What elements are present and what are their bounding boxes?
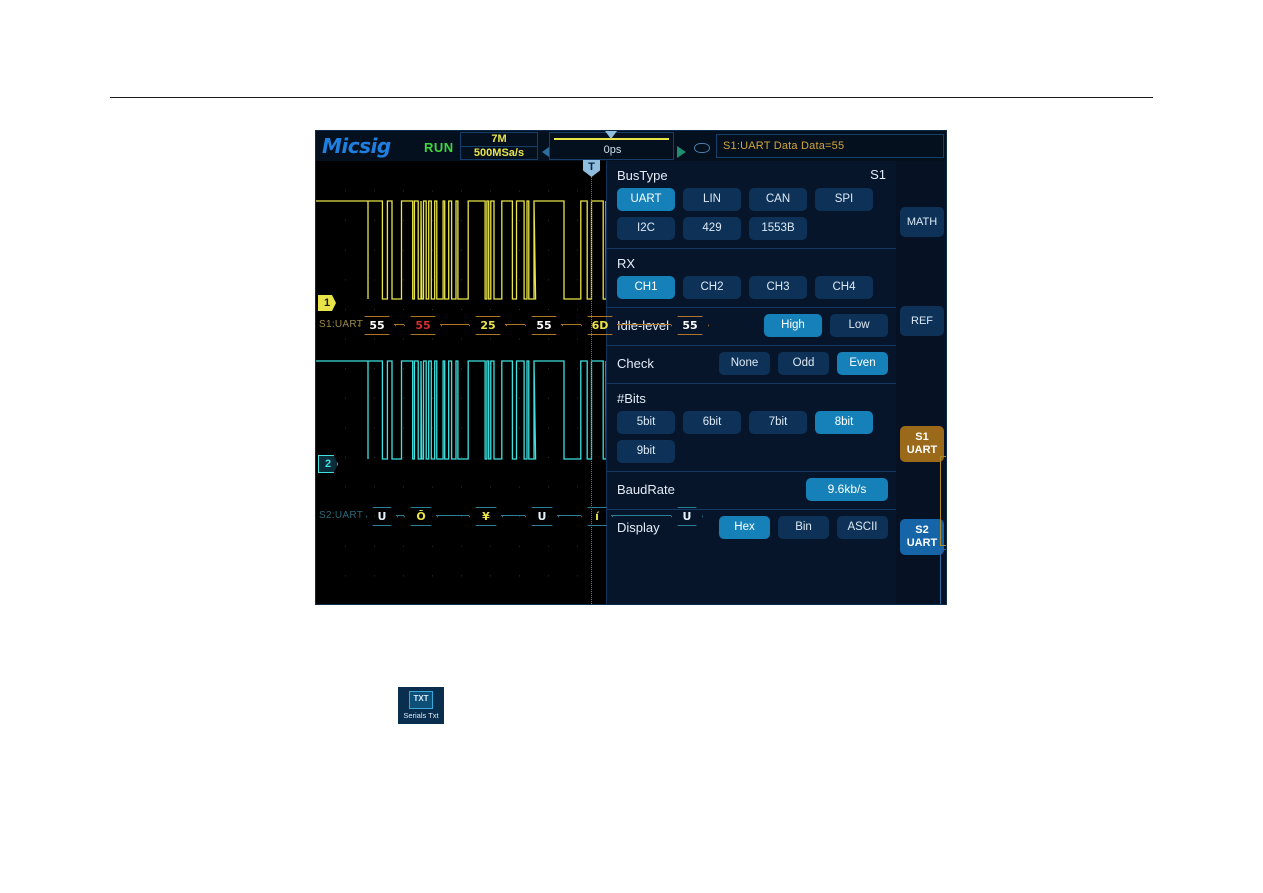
packet-connector <box>396 515 404 516</box>
bustype-label: BusType <box>617 168 668 183</box>
baudrate-value[interactable]: 9.6kb/s <box>806 478 888 501</box>
packet-connector <box>501 515 525 516</box>
packet-connector <box>557 515 581 516</box>
sample-rate-value: 500MSa/s <box>461 146 537 160</box>
decode-s1-packet[interactable]: 55 <box>671 316 709 335</box>
bits-option-5bit[interactable]: 5bit <box>617 411 675 434</box>
rx-label: RX <box>617 256 636 271</box>
packet-connector <box>561 324 581 325</box>
trigger-position-line <box>591 161 592 604</box>
play-icon[interactable] <box>677 146 686 158</box>
bustype-option-can[interactable]: CAN <box>749 188 807 211</box>
bustype-option-lin[interactable]: LIN <box>683 188 741 211</box>
display-option-ascii[interactable]: ASCII <box>837 516 888 539</box>
trigger-position-marker-icon <box>605 131 617 139</box>
menu-row-idle-level: Idle-level High Low <box>607 308 896 346</box>
s1-info-bits: 8bit <box>941 491 946 501</box>
menu-row-bits: #Bits 5bit 6bit 7bit 8bit 9bit <box>607 384 896 472</box>
bustype-option-429[interactable]: 429 <box>683 217 741 240</box>
s1-info-voltage: 3.04V <box>941 471 946 481</box>
run-state-indicator[interactable]: RUN <box>424 140 454 155</box>
menu-row-bustype: BusType S1 UART LIN CAN SPI I2C 429 1553… <box>607 161 896 249</box>
s1-uart-button[interactable]: S1 UART <box>900 426 944 462</box>
ref-button[interactable]: REF <box>900 306 944 336</box>
bits-label: #Bits <box>617 391 646 406</box>
rx-option-ch3[interactable]: CH3 <box>749 276 807 299</box>
s1-info-box: 3.04V Even 8bit 9.6k <box>940 456 946 546</box>
s2-button-line2: UART <box>906 537 938 549</box>
serial-decode-menu: BusType S1 UART LIN CAN SPI I2C 429 1553… <box>606 161 896 604</box>
decode-s2-label: S2:UART <box>319 510 364 521</box>
packet-connector <box>505 324 525 325</box>
waveform-display[interactable] <box>316 161 606 604</box>
acquisition-info[interactable]: 7M 500MSa/s <box>460 132 538 160</box>
bustype-option-spi[interactable]: SPI <box>815 188 873 211</box>
s2-info-bits: 8bit <box>941 584 946 594</box>
s2-info-box: 3.16V None 8bit 9.6k <box>940 549 946 604</box>
serials-txt-icon[interactable]: TXT Serials Txt <box>398 687 444 724</box>
s1-info-baud: 9.6k <box>941 501 946 511</box>
decode-status-text: S1:UART Data Data=55 <box>716 134 944 158</box>
time-position-value: 0ps <box>603 144 622 156</box>
ch1-waveform <box>316 200 606 460</box>
s1-button-line2: UART <box>906 444 938 456</box>
decode-s1-packet[interactable]: 25 <box>469 316 507 335</box>
check-option-odd[interactable]: Odd <box>778 352 829 375</box>
check-option-none[interactable]: None <box>719 352 770 375</box>
packet-connector <box>440 324 469 325</box>
decode-s2-packet[interactable]: U <box>525 507 559 526</box>
page-header-rule <box>110 97 1153 98</box>
decode-s2-packet[interactable]: Ō <box>404 507 438 526</box>
memory-depth-value: 7M <box>491 133 507 145</box>
brand-logo: Micsig <box>322 134 391 158</box>
txt-file-icon: TXT <box>409 691 433 709</box>
s1-button-line1: S1 <box>915 431 929 443</box>
decode-s1-label: S1:UART <box>319 319 364 330</box>
s2-button-line1: S2 <box>915 524 929 536</box>
bits-option-6bit[interactable]: 6bit <box>683 411 741 434</box>
scroll-left-icon[interactable] <box>542 147 549 157</box>
packet-connector <box>617 324 671 325</box>
rx-option-ch2[interactable]: CH2 <box>683 276 741 299</box>
baudrate-label: BaudRate <box>617 482 675 497</box>
bits-option-7bit[interactable]: 7bit <box>749 411 807 434</box>
bits-option-9bit[interactable]: 9bit <box>617 440 675 463</box>
display-option-bin[interactable]: Bin <box>778 516 829 539</box>
menu-channel-tag: S1 <box>870 167 886 182</box>
bustype-option-1553b[interactable]: 1553B <box>749 217 807 240</box>
bustype-option-uart[interactable]: UART <box>617 188 675 211</box>
rx-option-ch1[interactable]: CH1 <box>617 276 675 299</box>
serials-txt-caption: Serials Txt <box>403 711 439 720</box>
check-label: Check <box>617 356 654 371</box>
menu-row-rx: RX CH1 CH2 CH3 CH4 <box>607 249 896 308</box>
eye-icon[interactable] <box>694 143 710 153</box>
menu-row-baudrate: BaudRate 9.6kb/s <box>607 472 896 510</box>
s2-info-baud: 9.6k <box>941 594 946 604</box>
s2-info-voltage: 3.16V <box>941 564 946 574</box>
idle-level-option-low[interactable]: Low <box>830 314 888 337</box>
packet-connector <box>436 515 469 516</box>
packet-connector <box>394 324 404 325</box>
top-status-bar: Micsig RUN 7M 500MSa/s 0ps S1:UART Data … <box>316 131 946 161</box>
decode-s1-packet[interactable]: 55 <box>525 316 563 335</box>
decode-s1-packet[interactable]: 6D <box>581 316 619 335</box>
display-option-hex[interactable]: Hex <box>719 516 770 539</box>
decode-s1-packet[interactable]: 55 <box>404 316 442 335</box>
bustype-option-i2c[interactable]: I2C <box>617 217 675 240</box>
s1-info-parity: Even <box>941 481 946 491</box>
idle-level-option-high[interactable]: High <box>764 314 822 337</box>
check-option-even[interactable]: Even <box>837 352 888 375</box>
bits-option-8bit[interactable]: 8bit <box>815 411 873 434</box>
menu-row-check: Check None Odd Even <box>607 346 896 384</box>
s2-uart-button[interactable]: S2 UART <box>900 519 944 555</box>
rx-option-ch4[interactable]: CH4 <box>815 276 873 299</box>
decode-s1-packet[interactable]: 55 <box>358 316 396 335</box>
decode-s2-packet[interactable]: ¥ <box>469 507 503 526</box>
s2-info-parity: None <box>941 574 946 584</box>
packet-connector <box>611 515 671 516</box>
oscilloscope-screen: Micsig RUN 7M 500MSa/s 0ps S1:UART Data … <box>315 130 947 605</box>
math-button[interactable]: MATH <box>900 207 944 237</box>
